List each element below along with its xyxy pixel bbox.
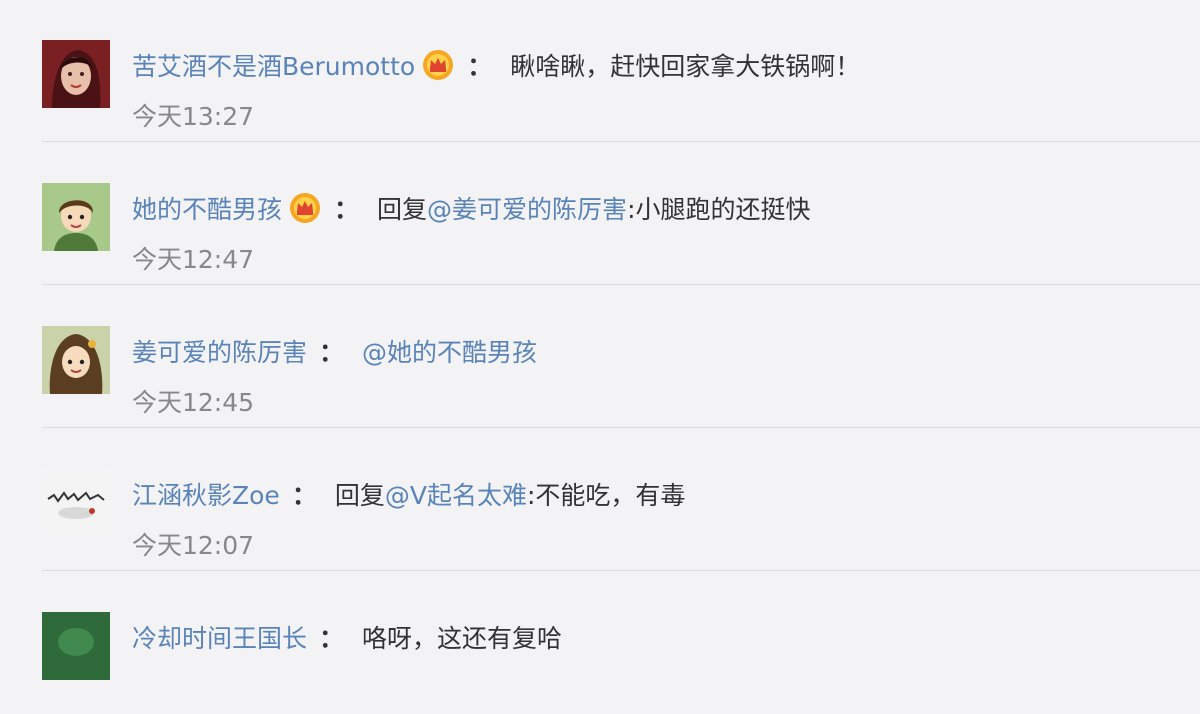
comment-time: 今天12:07 [132,531,255,560]
comment-header: 江涵秋影Zoe ： 回复 @V起名太难 :不能吃，有毒 [132,474,685,514]
divider [42,427,1200,428]
comment-item: 她的不酷男孩 ： 回复 @姜可爱的陈厉害 :小腿跑的还挺快 今天12:47 [0,141,1200,285]
colon-separator: ： [319,338,345,367]
avatar[interactable] [42,40,110,108]
comment-text: :小腿跑的还挺快 [627,195,811,224]
mention-link[interactable]: @姜可爱的陈厉害 [427,190,627,226]
crown-badge-icon[interactable] [421,48,455,82]
username-link[interactable]: 冷却时间王国长 [132,619,307,655]
comment-header: 她的不酷男孩 ： 回复 @姜可爱的陈厉害 :小腿跑的还挺快 [132,188,811,228]
comment-text: :不能吃，有毒 [526,481,686,510]
avatar[interactable] [42,326,110,394]
comment-item: 姜可爱的陈厉害 ： @她的不酷男孩 今天12:45 [0,284,1200,428]
colon-separator: ： [334,195,360,224]
mention-link[interactable]: @她的不酷男孩 [362,333,537,369]
divider [42,141,1200,142]
comment-header: 姜可爱的陈厉害 ： @她的不酷男孩 [132,331,537,371]
colon-separator: ： [467,52,493,81]
comment-text: 瞅啥瞅，赶快回家拿大铁锅啊！ [510,52,861,81]
comment-item: 江涵秋影Zoe ： 回复 @V起名太难 :不能吃，有毒 今天12:07 [0,427,1200,571]
username-link[interactable]: 江涵秋影Zoe [132,476,280,512]
username-link[interactable]: 苦艾酒不是酒Berumotto [132,47,415,83]
username-link[interactable]: 她的不酷男孩 [132,190,282,226]
reply-prefix: 回复 [334,481,385,510]
divider [42,284,1200,285]
colon-separator: ： [319,624,345,653]
avatar[interactable] [42,183,110,251]
comment-time: 今天12:45 [132,388,255,417]
comment-text: 咯呀，这还有复哈 [362,624,563,653]
comment-time: 今天12:47 [132,245,255,274]
avatar[interactable] [42,612,110,680]
divider [42,570,1200,571]
mention-link[interactable]: @V起名太难 [385,476,527,512]
comment-item: 苦艾酒不是酒Berumotto ： 瞅啥瞅，赶快回家拿大铁锅啊！ 今天13:27 [0,0,1200,142]
avatar[interactable] [42,469,110,537]
comment-header: 冷却时间王国长 ： 咯呀，这还有复哈 [132,617,562,657]
comment-item: 冷却时间王国长 ： 咯呀，这还有复哈 [0,570,1200,714]
reply-prefix: 回复 [377,195,428,224]
comment-header: 苦艾酒不是酒Berumotto ： 瞅啥瞅，赶快回家拿大铁锅啊！ [132,45,860,85]
colon-separator: ： [291,481,317,510]
comment-feed: 苦艾酒不是酒Berumotto ： 瞅啥瞅，赶快回家拿大铁锅啊！ 今天13:27 [0,0,1200,680]
comment-time: 今天13:27 [132,102,255,131]
crown-badge-icon[interactable] [288,191,322,225]
username-link[interactable]: 姜可爱的陈厉害 [132,333,307,369]
